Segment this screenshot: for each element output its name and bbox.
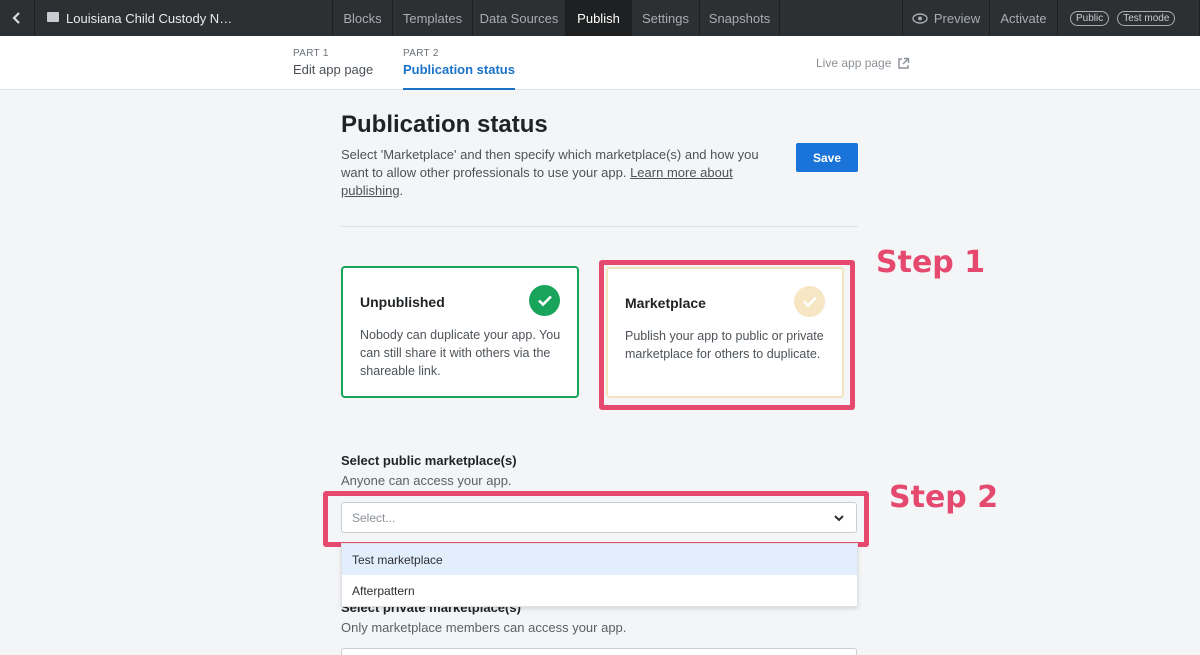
eye-icon bbox=[912, 12, 928, 24]
page-title: Publication status bbox=[341, 111, 548, 138]
step1-highlight-box bbox=[599, 260, 855, 410]
public-marketplace-label: Select public marketplace(s) bbox=[341, 453, 517, 468]
private-marketplace-hint: Only marketplace members can access your… bbox=[341, 620, 627, 635]
live-app-page-label: Live app page bbox=[816, 56, 892, 70]
description-end: . bbox=[399, 183, 404, 198]
part1-label: Edit app page bbox=[293, 62, 374, 77]
tab-publication-status[interactable]: PART 2 Publication status bbox=[403, 48, 515, 90]
app-title[interactable]: Louisiana Child Custody N… bbox=[35, 0, 333, 36]
document-icon bbox=[47, 12, 59, 22]
page-description: Select 'Marketplace' and then specify wh… bbox=[341, 146, 761, 200]
preview-label: Preview bbox=[933, 10, 981, 26]
topbar-spacer bbox=[780, 0, 903, 36]
back-button[interactable] bbox=[0, 0, 35, 36]
tab-blocks[interactable]: Blocks bbox=[333, 0, 393, 36]
sub-nav: PART 1 Edit app page PART 2 Publication … bbox=[0, 36, 1200, 90]
part2-kicker: PART 2 bbox=[403, 48, 439, 59]
part2-label: Publication status bbox=[403, 62, 515, 77]
check-icon bbox=[529, 285, 560, 316]
live-app-page-link[interactable]: Live app page bbox=[816, 56, 910, 70]
tab-templates[interactable]: Templates bbox=[393, 0, 473, 36]
public-badge: Public bbox=[1070, 10, 1110, 26]
save-button[interactable]: Save bbox=[796, 143, 858, 172]
private-marketplace-select[interactable] bbox=[341, 648, 857, 655]
unpublished-description: Nobody can duplicate your app. You can s… bbox=[360, 328, 561, 378]
step1-annotation: Step 1 bbox=[876, 245, 986, 280]
marketplace-dropdown-menu: Test marketplace Afterpattern bbox=[341, 543, 858, 607]
tab-edit-app-page[interactable]: PART 1 Edit app page bbox=[293, 48, 373, 77]
public-marketplace-hint: Anyone can access your app. bbox=[341, 473, 512, 488]
external-link-icon bbox=[898, 57, 910, 69]
test-mode-badge: Test mode bbox=[1117, 10, 1176, 26]
top-bar: Louisiana Child Custody N… Blocks Templa… bbox=[0, 0, 1200, 36]
app-title-text: Louisiana Child Custody N… bbox=[66, 10, 233, 26]
tab-publish[interactable]: Publish bbox=[566, 0, 632, 36]
status-badges: Public Test mode bbox=[1058, 0, 1200, 36]
activate-button[interactable]: Activate bbox=[990, 0, 1058, 36]
part1-kicker: PART 1 bbox=[293, 48, 329, 59]
tab-data-sources[interactable]: Data Sources bbox=[473, 0, 566, 36]
option-afterpattern[interactable]: Afterpattern bbox=[342, 575, 857, 606]
tab-settings[interactable]: Settings bbox=[632, 0, 700, 36]
unpublished-option-card[interactable]: Unpublished Nobody can duplicate your ap… bbox=[341, 266, 579, 398]
option-test-marketplace[interactable]: Test marketplace bbox=[342, 544, 857, 575]
step2-annotation: Step 2 bbox=[889, 480, 999, 515]
step2-highlight-box bbox=[323, 491, 869, 547]
preview-button[interactable]: Preview bbox=[903, 0, 990, 36]
divider bbox=[341, 226, 858, 227]
chevron-left-icon bbox=[12, 12, 20, 24]
unpublished-title: Unpublished bbox=[360, 294, 445, 310]
tab-snapshots[interactable]: Snapshots bbox=[700, 0, 780, 36]
